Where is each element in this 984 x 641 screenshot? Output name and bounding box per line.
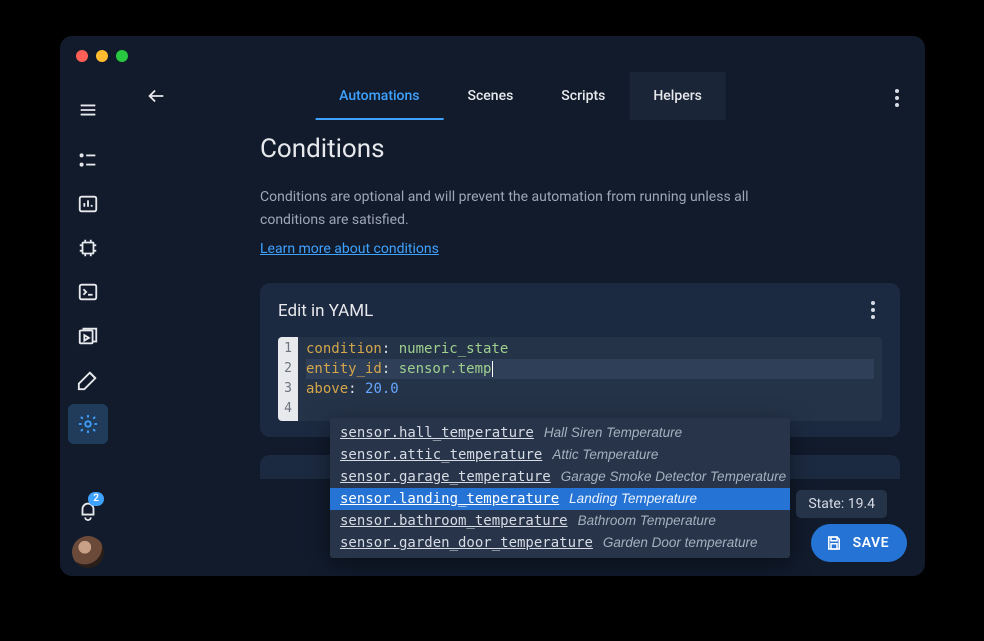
user-avatar[interactable] [72,536,104,568]
yaml-editor-card: Edit in YAML 1234 condition: numeric_sta… [260,283,900,437]
sidebar-item-analytics[interactable] [68,184,108,224]
entity-id: sensor.garden_door_temperature [340,535,593,551]
page-overflow-menu[interactable] [879,80,915,116]
back-button[interactable] [134,74,178,118]
entity-id: sensor.attic_temperature [340,447,542,463]
window-controls [76,50,128,62]
sidebar-item-terminal[interactable] [68,272,108,312]
code-editor[interactable]: 1234 condition: numeric_stateentity_id: … [278,337,882,421]
sidebar-item-media[interactable] [68,316,108,356]
entity-id: sensor.garage_temperature [340,469,551,485]
card-title: Edit in YAML [278,301,882,321]
top-bar: Automations Scenes Scripts Helpers [116,72,925,120]
autocomplete-item[interactable]: sensor.bathroom_temperature Bathroom Temp… [330,510,790,532]
learn-more-link[interactable]: Learn more about conditions [260,241,439,257]
autocomplete-item[interactable]: sensor.landing_temperature Landing Temper… [330,488,790,510]
tab-scenes[interactable]: Scenes [444,72,538,120]
entity-id: sensor.landing_temperature [340,491,559,507]
entity-friendly-name: Hall Siren Temperature [544,425,682,440]
minimize-window-button[interactable] [96,50,108,62]
entity-friendly-name: Attic Temperature [552,447,658,462]
autocomplete-item[interactable]: sensor.garage_temperature Garage Smoke De… [330,466,790,488]
app-window: 2 Automations Scenes Scripts Helpers Con… [60,36,925,576]
entity-friendly-name: Garage Smoke Detector Temperature [561,469,786,484]
entity-friendly-name: Landing Temperature [569,491,697,506]
tab-scripts[interactable]: Scripts [537,72,629,120]
section-description: Conditions are optional and will prevent… [260,186,780,232]
sidebar-item-settings[interactable] [68,404,108,444]
autocomplete-item[interactable]: sensor.hall_temperature Hall Siren Temper… [330,422,790,444]
autocomplete-popup[interactable]: sensor.hall_temperature Hall Siren Temper… [330,418,790,558]
entity-id: sensor.bathroom_temperature [340,513,568,529]
tab-helpers[interactable]: Helpers [629,72,726,120]
tab-automations[interactable]: Automations [315,72,443,120]
sidebar-item-list[interactable] [68,140,108,180]
sidebar-item-hardware[interactable] [68,228,108,268]
entity-state-tooltip: State: 19.4 [796,490,887,518]
entity-id: sensor.hall_temperature [340,425,534,441]
notifications-button[interactable]: 2 [68,490,108,530]
autocomplete-item[interactable]: sensor.garden_door_temperature Garden Doo… [330,532,790,554]
notification-badge: 2 [88,492,104,506]
maximize-window-button[interactable] [116,50,128,62]
close-window-button[interactable] [76,50,88,62]
section-title: Conditions [260,134,897,164]
sidebar-nav: 2 [60,72,116,576]
save-icon [825,534,843,552]
autocomplete-item[interactable]: sensor.attic_temperature Attic Temperatur… [330,444,790,466]
card-overflow-menu[interactable] [856,293,890,327]
save-button[interactable]: SAVE [811,524,907,562]
sidebar-item-tools[interactable] [68,360,108,400]
code-content[interactable]: condition: numeric_stateentity_id: senso… [298,337,882,421]
entity-friendly-name: Bathroom Temperature [578,513,716,528]
tabs: Automations Scenes Scripts Helpers [315,72,726,120]
save-button-label: SAVE [853,535,889,551]
entity-friendly-name: Garden Door temperature [603,535,758,550]
line-gutter: 1234 [278,337,298,421]
